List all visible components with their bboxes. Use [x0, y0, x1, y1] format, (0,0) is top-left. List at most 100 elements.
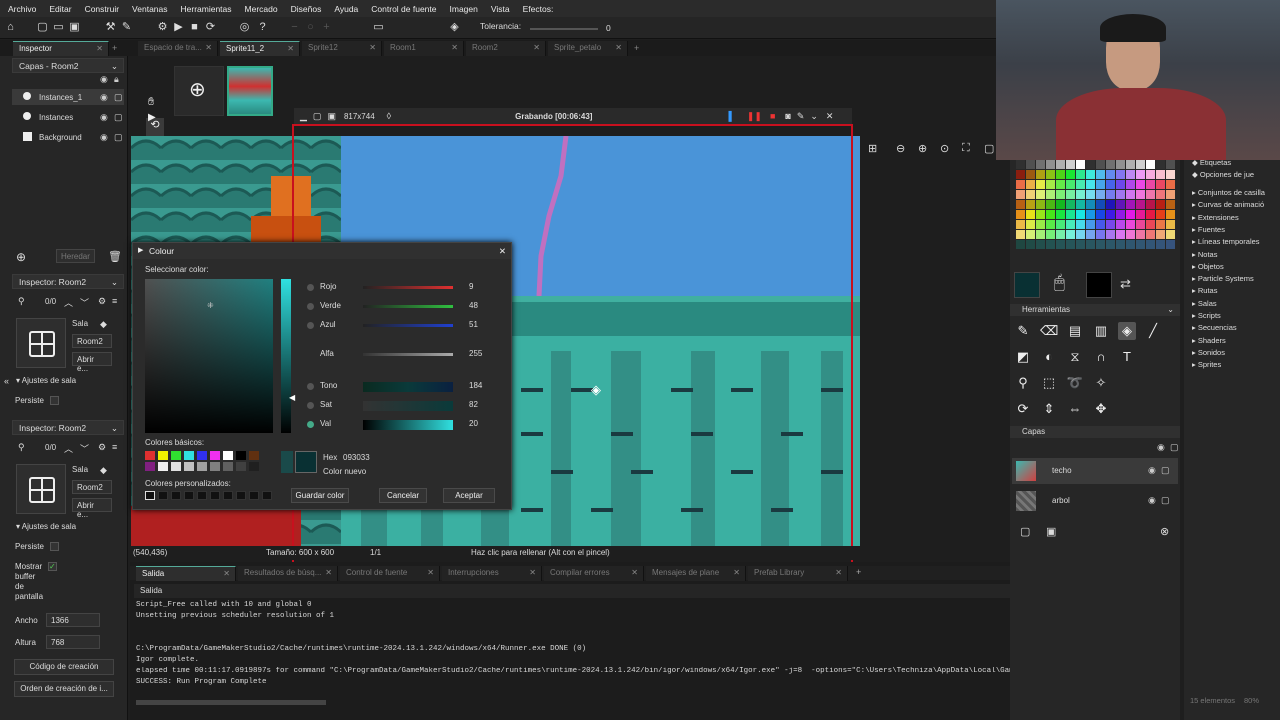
custom-color-swatch[interactable]: [184, 491, 194, 500]
close-icon[interactable]: ✕: [835, 568, 842, 577]
basic-color-swatch[interactable]: [249, 462, 259, 471]
swap-colors-icon[interactable]: ⇄: [1120, 276, 1131, 292]
heredar-button[interactable]: Heredar: [56, 249, 95, 263]
basic-color-swatch[interactable]: [171, 462, 181, 471]
palette-swatch[interactable]: [1046, 240, 1055, 249]
custom-color-swatch[interactable]: [236, 491, 246, 500]
zoom-fit-icon[interactable]: ⊙: [940, 142, 949, 155]
lock-icon[interactable]: ▢: [114, 132, 123, 143]
play-icon-main[interactable]: ▶: [148, 112, 156, 123]
lock-icon[interactable]: ▢: [1161, 495, 1170, 506]
zoom-in-icon[interactable]: +: [320, 21, 333, 34]
help-icon[interactable]: ?: [256, 21, 269, 34]
asset-folder[interactable]: ▸ Secuencias: [1192, 323, 1237, 332]
palette-swatch[interactable]: [1046, 220, 1055, 229]
palette-swatch[interactable]: [1026, 200, 1035, 209]
palette-swatch[interactable]: [1116, 230, 1125, 239]
palette-swatch[interactable]: [1126, 170, 1135, 179]
room-name-field[interactable]: Room2: [72, 334, 112, 348]
chevron-up-icon[interactable]: ︿: [64, 296, 73, 309]
lock-icon[interactable]: ▢: [114, 112, 123, 123]
menu-mercado[interactable]: Mercado: [245, 4, 278, 14]
palette-swatch[interactable]: [1166, 210, 1175, 219]
palette-swatch[interactable]: [1136, 170, 1145, 179]
palette-swatch[interactable]: [1016, 240, 1025, 249]
lasso-icon[interactable]: ➰: [1066, 374, 1084, 392]
asset-folder[interactable]: ▸ Conjuntos de casilla: [1192, 188, 1265, 197]
eye-icon[interactable]: ◉: [100, 132, 108, 143]
palette-swatch[interactable]: [1016, 200, 1025, 209]
palette-swatch[interactable]: [1136, 220, 1145, 229]
accept-button[interactable]: Aceptar: [443, 488, 495, 503]
add-frame-button[interactable]: ⊕: [174, 66, 224, 116]
palette-swatch[interactable]: [1156, 170, 1165, 179]
stamp-icon[interactable]: ▤: [1066, 322, 1084, 340]
menu-disenos[interactable]: Diseños: [291, 4, 322, 14]
palette-swatch[interactable]: [1146, 170, 1155, 179]
radio-dot[interactable]: [307, 402, 314, 409]
zoom-out-icon[interactable]: −: [288, 21, 301, 34]
palette-swatch[interactable]: [1076, 160, 1085, 169]
radio-dot[interactable]: [307, 303, 314, 310]
secondary-color[interactable]: [1086, 272, 1112, 298]
palette-swatch[interactable]: [1106, 230, 1115, 239]
flip-vertical-icon[interactable]: ⇕: [1040, 400, 1058, 418]
layer-row-background[interactable]: Background ◉ ▢: [12, 129, 124, 145]
region-icon[interactable]: ▣: [327, 111, 336, 122]
palette-swatch[interactable]: [1116, 220, 1125, 229]
palette-swatch[interactable]: [1166, 200, 1175, 209]
chevron-down-icon[interactable]: ﹀: [80, 296, 89, 309]
tab-salida[interactable]: Salida ✕: [136, 566, 236, 581]
palette-swatch[interactable]: [1126, 230, 1135, 239]
palette-swatch[interactable]: [1096, 190, 1105, 199]
show-buffer-checkbox[interactable]: ✓: [48, 562, 57, 571]
run-icon[interactable]: ▶: [172, 21, 185, 34]
basic-color-swatch[interactable]: [236, 462, 246, 471]
palette-swatch[interactable]: [1046, 160, 1055, 169]
tag-icon[interactable]: ◆: [100, 319, 107, 330]
eraser-icon[interactable]: ⌫: [1040, 322, 1058, 340]
home-icon[interactable]: ⌂: [4, 21, 17, 34]
basic-color-swatch[interactable]: [158, 462, 168, 471]
flip-horizontal-icon[interactable]: ⇔: [1066, 400, 1084, 418]
eye-icon[interactable]: ◉: [100, 112, 108, 123]
ellipse-icon[interactable]: ◐: [1040, 348, 1058, 366]
palette-swatch[interactable]: [1036, 200, 1045, 209]
pause-icon[interactable]: ❚❚: [747, 111, 762, 122]
palette-swatch[interactable]: [1036, 170, 1045, 179]
layers-header[interactable]: Capas: [1010, 426, 1180, 438]
tag-icon[interactable]: ◆: [100, 465, 107, 476]
basic-color-swatch[interactable]: [236, 451, 246, 460]
asset-folder[interactable]: ▸ Objetos: [1192, 262, 1224, 271]
clear-cache-icon[interactable]: ⟳: [204, 21, 217, 34]
palette-swatch[interactable]: [1036, 190, 1045, 199]
basic-color-swatch[interactable]: [145, 462, 155, 471]
palette-swatch[interactable]: [1156, 200, 1165, 209]
palette-swatch[interactable]: [1136, 180, 1145, 189]
palette-swatch[interactable]: [1126, 160, 1135, 169]
radio-dot[interactable]: [307, 322, 314, 329]
palette-swatch[interactable]: [1046, 200, 1055, 209]
palette-swatch[interactable]: [1016, 160, 1025, 169]
slider-azul[interactable]: Azul 51: [305, 319, 505, 333]
palette-swatch[interactable]: [1116, 160, 1125, 169]
slider-alfa[interactable]: Alfa 255: [305, 348, 505, 362]
palette-swatch[interactable]: [1076, 190, 1085, 199]
close-icon[interactable]: ✕: [826, 111, 834, 122]
window-icon[interactable]: ▢: [313, 111, 322, 122]
slider-value[interactable]: 48: [469, 301, 478, 310]
slider-track[interactable]: [363, 420, 453, 430]
camera-icon[interactable]: ◙: [785, 111, 790, 121]
slider-value[interactable]: 82: [469, 400, 478, 409]
slider-tono[interactable]: Tono 184: [305, 380, 505, 394]
polygon-icon[interactable]: ⧖: [1066, 348, 1084, 366]
palette-swatch[interactable]: [1086, 240, 1095, 249]
custom-color-swatch[interactable]: [197, 491, 207, 500]
palette-swatch[interactable]: [1026, 230, 1035, 239]
palette-swatch[interactable]: [1166, 240, 1175, 249]
value-strip[interactable]: [281, 279, 291, 433]
section-ajustes-sala[interactable]: ▾ Ajustes de sala: [16, 376, 76, 385]
target-icon[interactable]: ◎: [238, 21, 251, 34]
palette-swatch[interactable]: [1096, 230, 1105, 239]
palette-swatch[interactable]: [1066, 170, 1075, 179]
